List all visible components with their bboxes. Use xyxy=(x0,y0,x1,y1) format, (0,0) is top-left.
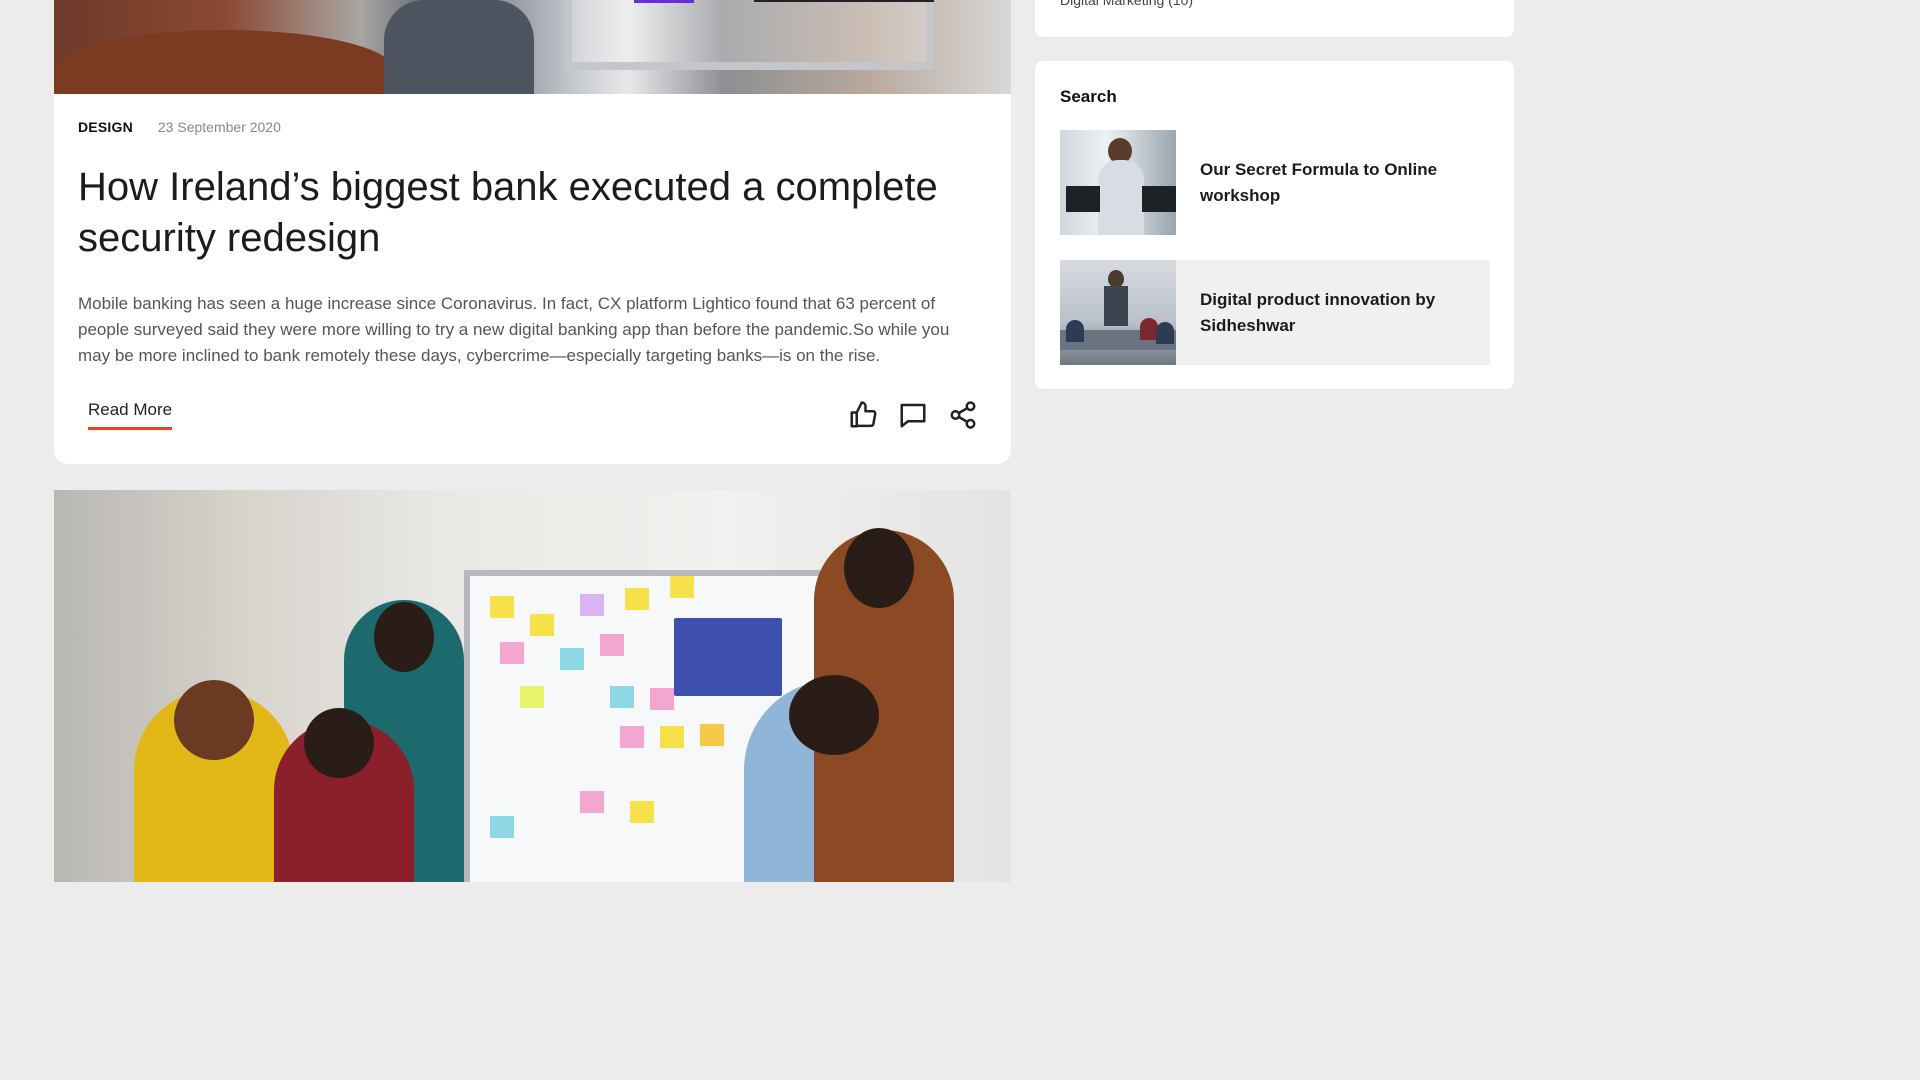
recent-post-item[interactable]: Digital product innovation by Sidheshwar xyxy=(1060,260,1490,365)
post-featured-image-2[interactable] xyxy=(54,490,1011,882)
post-title[interactable]: How Ireland’s biggest bank executed a co… xyxy=(78,162,938,264)
recent-post-thumbnail[interactable] xyxy=(1060,260,1176,365)
recent-post-item[interactable]: Our Secret Formula to Online workshop xyxy=(1060,130,1490,235)
category-link[interactable]: Digital Marketing (10) xyxy=(1060,0,1193,8)
blog-post-card: DESIGN 23 September 2020 How Ireland’s b… xyxy=(54,0,1011,464)
post-category[interactable]: DESIGN xyxy=(78,119,133,135)
post-excerpt: Mobile banking has seen a huge increase … xyxy=(78,294,950,365)
share-icon[interactable] xyxy=(946,398,980,432)
recent-post-thumbnail[interactable] xyxy=(1060,130,1176,235)
post-meta: DESIGN 23 September 2020 xyxy=(78,119,281,135)
read-more-link[interactable]: Read More xyxy=(88,400,173,430)
recent-post-title[interactable]: Our Secret Formula to Online workshop xyxy=(1200,157,1470,209)
widget-title: Search xyxy=(1060,87,1117,106)
post-date: 23 September 2020 xyxy=(157,119,281,135)
post-actions xyxy=(846,398,980,432)
sidebar-recent-posts-widget: Search Our Secret Formula to Online work… xyxy=(1035,61,1514,389)
post-featured-image[interactable] xyxy=(54,0,1011,94)
sidebar-categories-widget: Digital Marketing (10) xyxy=(1035,0,1514,37)
thumbs-up-icon[interactable] xyxy=(846,398,880,432)
comment-icon[interactable] xyxy=(896,398,930,432)
recent-post-title[interactable]: Digital product innovation by Sidheshwar xyxy=(1200,287,1470,339)
